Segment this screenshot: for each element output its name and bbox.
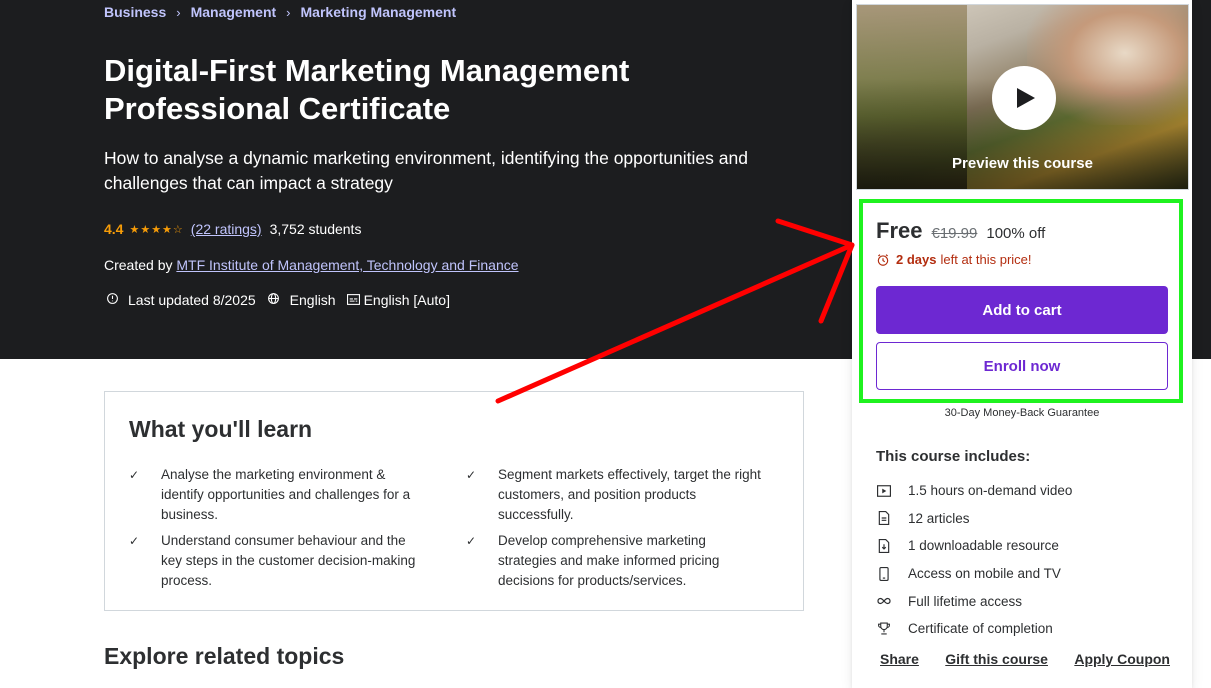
explore-related-topics-title: Explore related topics — [104, 643, 344, 670]
include-item: Certificate of completion — [876, 615, 1176, 643]
what-youll-learn-box: What you'll learn ✓ Analyse the marketin… — [104, 391, 804, 611]
include-item-label: 1.5 hours on-demand video — [908, 483, 1072, 498]
check-icon: ✓ — [129, 465, 145, 485]
include-item-label: 12 articles — [908, 511, 970, 526]
course-subtitle: How to analyse a dynamic marketing envir… — [104, 146, 794, 196]
last-updated: Last updated 8/2025 — [128, 292, 256, 308]
video-icon — [876, 485, 892, 497]
include-item-label: Certificate of completion — [908, 621, 1053, 636]
course-meta: Last updated 8/2025 English English [Aut… — [104, 292, 450, 308]
money-back-guarantee: 30-Day Money-Back Guarantee — [852, 407, 1192, 419]
include-item: Full lifetime access — [876, 587, 1176, 615]
course-preview-video[interactable]: Preview this course — [856, 4, 1189, 190]
globe-icon — [266, 292, 282, 308]
what-youll-learn-title: What you'll learn — [129, 416, 312, 443]
learn-item-text: Understand consumer behaviour and the ke… — [161, 533, 415, 588]
breadcrumb: Business › Management › Marketing Manage… — [104, 4, 456, 20]
annotation-highlight-box — [859, 199, 1183, 403]
star-rating-icon: ★★★★☆ — [129, 223, 183, 236]
course-language: English — [290, 292, 336, 308]
learn-item-text: Segment markets effectively, target the … — [498, 467, 761, 522]
include-item: 1 downloadable resource — [876, 532, 1176, 560]
learn-item: ✓ Segment markets effectively, target th… — [466, 465, 766, 525]
check-icon: ✓ — [466, 531, 482, 551]
mobile-icon — [876, 567, 892, 581]
breadcrumb-business[interactable]: Business — [104, 4, 166, 20]
include-item-label: Full lifetime access — [908, 594, 1022, 609]
created-by: Created by MTF Institute of Management, … — [104, 257, 519, 273]
sidebar-links: Share Gift this course Apply Coupon — [880, 651, 1170, 667]
download-file-icon — [876, 539, 892, 553]
article-icon — [876, 511, 892, 525]
captions-icon — [346, 293, 362, 308]
play-icon[interactable] — [992, 66, 1056, 130]
course-title: Digital-First Marketing Management Profe… — [104, 52, 744, 128]
rating-row: 4.4 ★★★★☆ (22 ratings) 3,752 students — [104, 221, 361, 237]
breadcrumb-management[interactable]: Management — [191, 4, 277, 20]
breadcrumb-separator: › — [176, 5, 180, 20]
include-item: 12 articles — [876, 505, 1176, 533]
check-icon: ✓ — [129, 531, 145, 551]
learn-item: ✓ Develop comprehensive marketing strate… — [466, 531, 766, 591]
gift-course-link[interactable]: Gift this course — [945, 651, 1048, 667]
share-link[interactable]: Share — [880, 651, 919, 667]
course-includes-title: This course includes: — [876, 448, 1030, 465]
alert-badge-icon — [104, 292, 120, 308]
breadcrumb-marketing-management[interactable]: Marketing Management — [301, 4, 457, 20]
learn-item: ✓ Analyse the marketing environment & id… — [129, 465, 429, 525]
ratings-count-link[interactable]: (22 ratings) — [191, 221, 262, 237]
breadcrumb-separator: › — [286, 5, 290, 20]
include-item-label: Access on mobile and TV — [908, 566, 1061, 581]
instructor-link[interactable]: MTF Institute of Management, Technology … — [176, 257, 518, 273]
learn-item-text: Develop comprehensive marketing strategi… — [498, 533, 719, 588]
infinity-icon — [876, 597, 892, 605]
course-captions: English [Auto] — [364, 292, 450, 308]
created-by-label: Created by — [104, 257, 172, 273]
trophy-icon — [876, 622, 892, 635]
include-item: Access on mobile and TV — [876, 560, 1176, 588]
preview-label[interactable]: Preview this course — [857, 155, 1188, 172]
course-includes-list: 1.5 hours on-demand video 12 articles 1 … — [876, 477, 1176, 643]
include-item: 1.5 hours on-demand video — [876, 477, 1176, 505]
include-item-label: 1 downloadable resource — [908, 538, 1059, 553]
check-icon: ✓ — [466, 465, 482, 485]
learn-item: ✓ Understand consumer behaviour and the … — [129, 531, 429, 591]
rating-value: 4.4 — [104, 221, 123, 237]
students-count: 3,752 students — [270, 221, 362, 237]
apply-coupon-link[interactable]: Apply Coupon — [1074, 651, 1170, 667]
learn-item-text: Analyse the marketing environment & iden… — [161, 467, 410, 522]
